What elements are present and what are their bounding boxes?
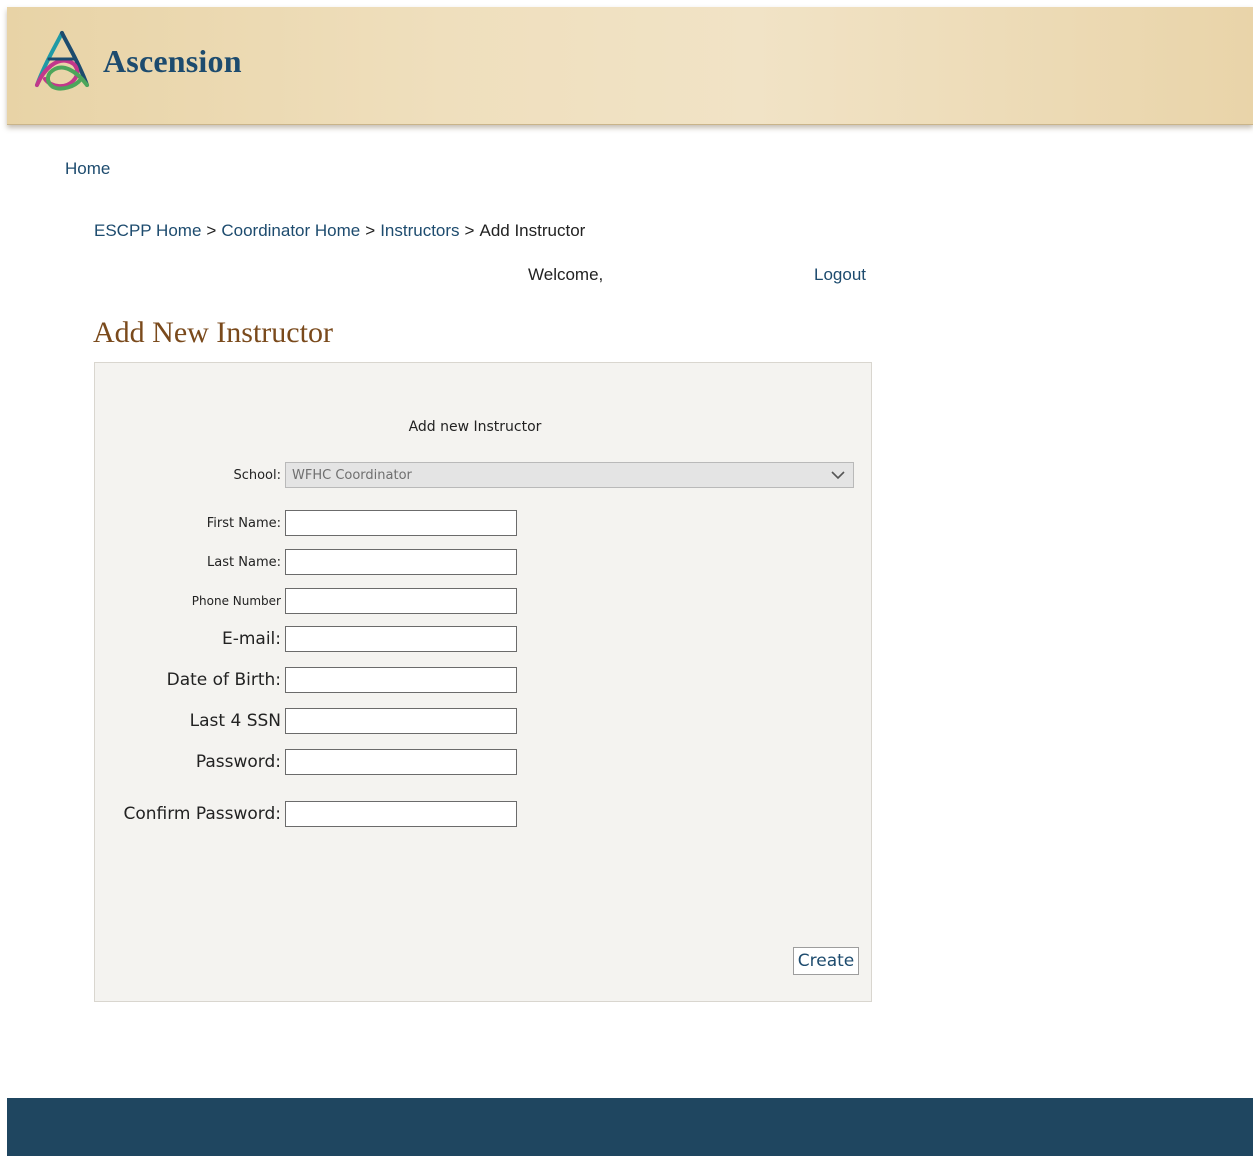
email-input[interactable]: [285, 626, 517, 652]
confirm-password-row: Confirm Password:: [95, 801, 517, 827]
date-of-birth-input[interactable]: [285, 667, 517, 693]
site-footer: [7, 1098, 1253, 1156]
confirm-password-input[interactable]: [285, 801, 517, 827]
create-button[interactable]: Create: [793, 947, 859, 975]
brand-logo[interactable]: Ascension: [31, 29, 242, 93]
breadcrumb-separator: >: [365, 221, 376, 240]
phone-number-label: Phone Number: [191, 594, 281, 608]
email-row: E-mail:: [95, 626, 517, 652]
confirm-password-label: Confirm Password:: [123, 804, 281, 824]
welcome-text: Welcome,: [528, 265, 604, 284]
phone-number-row: Phone Number: [95, 588, 517, 614]
email-label: E-mail:: [221, 629, 281, 649]
last-4-ssn-input[interactable]: [285, 708, 517, 734]
first-name-input[interactable]: [285, 510, 517, 536]
breadcrumb-current: Add Instructor: [479, 221, 586, 240]
breadcrumb: ESCPP Home > Coordinator Home > Instruct…: [94, 221, 585, 241]
ascension-logo-icon: [31, 29, 93, 93]
last-4-ssn-label: Last 4 SSN: [189, 711, 281, 731]
last-4-ssn-row: Last 4 SSN: [95, 708, 517, 734]
school-label: School:: [233, 467, 281, 483]
chevron-down-icon: [831, 468, 845, 482]
breadcrumb-coordinator-home[interactable]: Coordinator Home: [221, 221, 360, 241]
password-input[interactable]: [285, 749, 517, 775]
breadcrumb-instructors[interactable]: Instructors: [380, 221, 459, 241]
school-select[interactable]: WFHC Coordinator: [285, 462, 854, 488]
password-row: Password:: [95, 749, 517, 775]
school-row: School: WFHC Coordinator: [95, 462, 854, 488]
last-name-row: Last Name:: [95, 549, 517, 575]
add-instructor-form: Add new Instructor School: WFHC Coordina…: [94, 362, 872, 1002]
last-name-input[interactable]: [285, 549, 517, 575]
logout-link[interactable]: Logout: [814, 265, 866, 285]
phone-number-input[interactable]: [285, 588, 517, 614]
first-name-row: First Name:: [95, 510, 517, 536]
password-label: Password:: [195, 752, 281, 772]
page-title: Add New Instructor: [93, 316, 333, 349]
breadcrumb-escpp-home[interactable]: ESCPP Home: [94, 221, 201, 241]
page: Ascension Home ESCPP Home > Coordinator …: [0, 0, 1253, 1156]
form-heading: Add new Instructor: [408, 419, 542, 435]
brand-name: Ascension: [103, 42, 242, 79]
breadcrumb-separator: >: [206, 221, 217, 240]
home-link[interactable]: Home: [65, 159, 110, 179]
date-of-birth-label: Date of Birth:: [166, 670, 281, 690]
first-name-label: First Name:: [206, 515, 281, 531]
date-of-birth-row: Date of Birth:: [95, 667, 517, 693]
breadcrumb-separator: >: [464, 221, 475, 240]
site-header: Ascension: [7, 7, 1253, 125]
school-select-value: WFHC Coordinator: [292, 467, 412, 483]
last-name-label: Last Name:: [207, 554, 281, 570]
